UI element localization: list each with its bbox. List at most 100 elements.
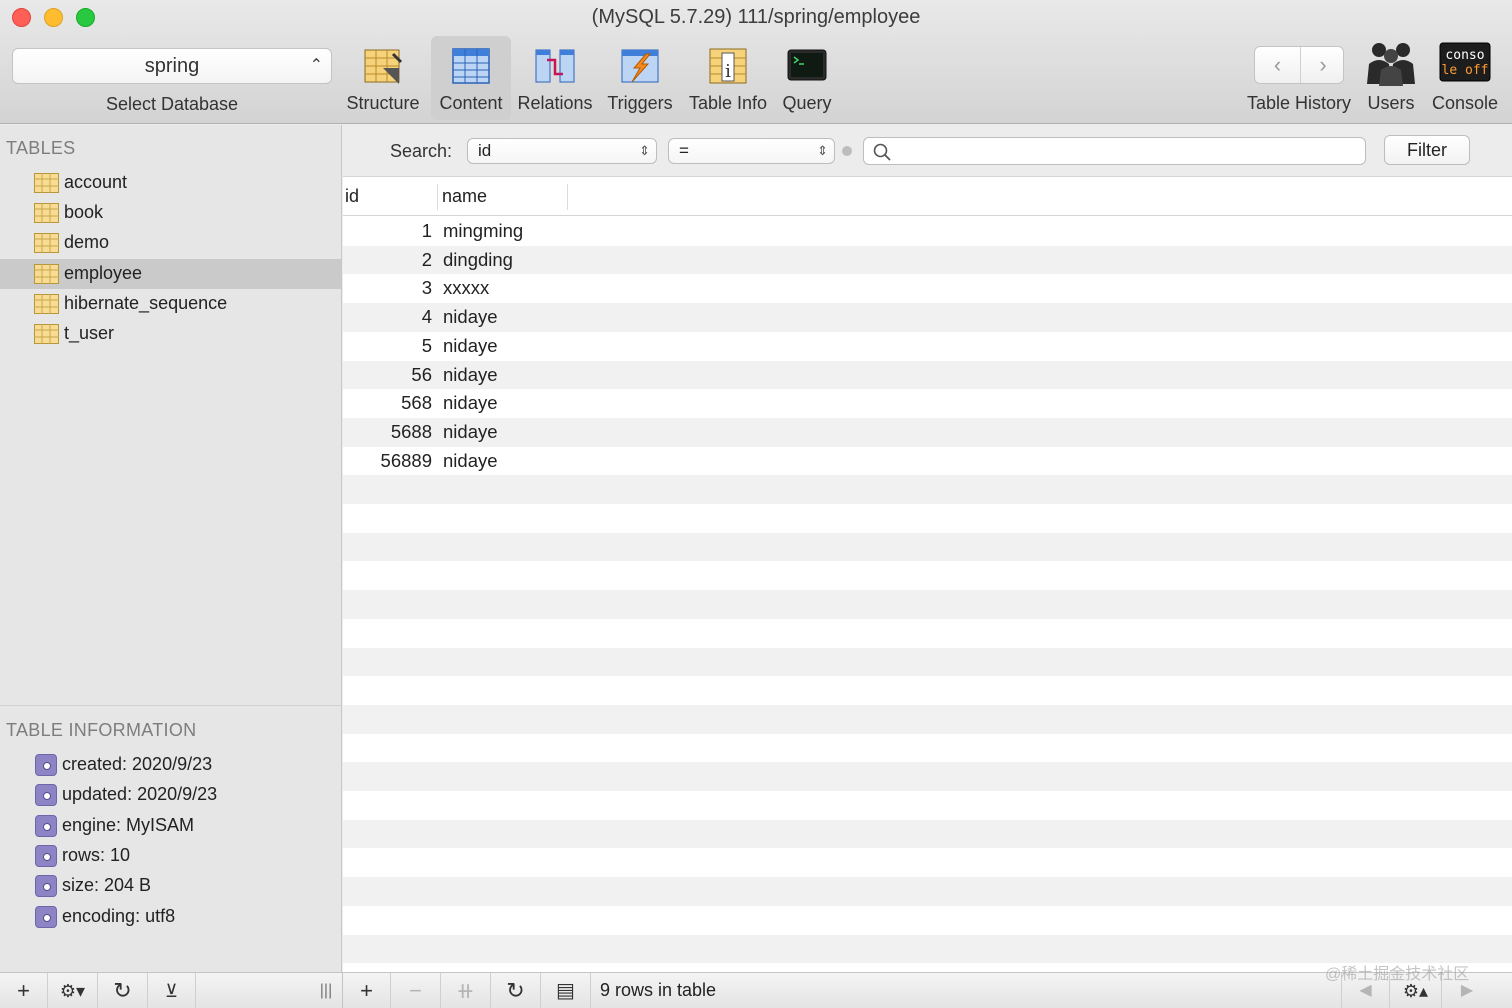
cell-name[interactable]: xxxxx xyxy=(443,277,489,299)
toolbar-triggers-label: Triggers xyxy=(607,93,673,113)
cell-id[interactable]: 56889 xyxy=(381,450,432,472)
search-input[interactable] xyxy=(863,137,1366,165)
empty-row xyxy=(343,532,1512,562)
empty-row xyxy=(343,676,1512,705)
info-updated: updated: 2020/9/23 xyxy=(0,780,341,810)
sidebar-item-hibernate-sequence[interactable]: hibernate_sequence xyxy=(0,289,341,319)
add-row-button[interactable]: + xyxy=(343,973,391,1008)
minus-icon: − xyxy=(409,978,422,1003)
column-resize-handle[interactable] xyxy=(567,184,568,210)
cell-id[interactable]: 2 xyxy=(422,249,432,271)
search-field-select[interactable]: id ⇕ xyxy=(467,138,657,164)
table-row[interactable]: 1 mingming xyxy=(343,217,1512,246)
collapse-panel-icon: ⊻ xyxy=(164,981,179,1001)
column-header-id[interactable]: id xyxy=(345,186,359,207)
toolbar-console-button[interactable]: conso le off Console xyxy=(1428,36,1502,120)
search-operator-value: = xyxy=(679,141,689,160)
info-text: updated: 2020/9/23 xyxy=(62,784,218,804)
cell-name[interactable]: nidaye xyxy=(443,364,498,386)
table-row[interactable]: 3 xxxxx xyxy=(343,274,1512,303)
sidebar-item-t-user[interactable]: t_user xyxy=(0,319,341,349)
cell-id[interactable]: 3 xyxy=(422,277,432,299)
cell-name[interactable]: mingming xyxy=(443,220,523,242)
toolbar-relations-button[interactable]: Relations xyxy=(514,36,596,120)
duplicate-row-button[interactable]: ⧺ xyxy=(441,973,491,1008)
info-encoding: encoding: utf8 xyxy=(0,902,341,932)
table-info-icon: i xyxy=(709,48,747,84)
console-icon-text-1: conso xyxy=(1445,48,1484,63)
toolbar-triggers-button[interactable]: Triggers xyxy=(600,36,680,120)
info-engine: engine: MyISAM xyxy=(0,811,341,841)
cell-name[interactable]: nidaye xyxy=(443,335,498,357)
cell-name[interactable]: nidaye xyxy=(443,306,498,328)
sidebar-resize-handle[interactable]: ||| xyxy=(310,973,343,1008)
table-row[interactable]: 5688 nidaye xyxy=(343,417,1512,447)
cell-name[interactable]: dingding xyxy=(443,249,513,271)
empty-row xyxy=(343,619,1512,648)
sidebar-divider[interactable] xyxy=(0,705,341,706)
sidebar-item-account[interactable]: account xyxy=(0,168,341,198)
toolbar-content-label: Content xyxy=(439,93,503,113)
relations-icon xyxy=(535,49,575,83)
table-row[interactable]: 2 dingding xyxy=(343,245,1512,275)
cell-id[interactable]: 568 xyxy=(401,392,432,414)
empty-row xyxy=(343,762,1512,791)
triangle-left-icon: ◀ xyxy=(1359,982,1372,999)
refresh-content-button[interactable]: ↻ xyxy=(491,973,541,1008)
cell-id[interactable]: 4 xyxy=(422,306,432,328)
toolbar-table-history-label: Table History xyxy=(1246,93,1352,113)
table-name: t_user xyxy=(64,323,115,343)
cell-name[interactable]: nidaye xyxy=(443,450,498,472)
table-row[interactable]: 5 nidaye xyxy=(343,332,1512,361)
search-operator-select[interactable]: = ⇕ xyxy=(668,138,835,164)
table-row[interactable]: 568 nidaye xyxy=(343,389,1512,418)
toolbar-content-button[interactable]: Content xyxy=(431,36,511,120)
table-row[interactable]: 56889 nidaye xyxy=(343,447,1512,476)
table-row[interactable]: 56 nidaye xyxy=(343,360,1512,390)
toolbar-users-button[interactable]: Users xyxy=(1362,36,1420,120)
toolbar-query-label: Query xyxy=(782,93,832,113)
toolbar-console-label: Console xyxy=(1431,93,1499,113)
add-table-button[interactable]: + xyxy=(0,973,48,1008)
column-resize-handle[interactable] xyxy=(437,184,438,210)
toolbar-query-button[interactable]: Query xyxy=(776,36,838,120)
bottom-bar: + ⚙▾ ↻ ⊻ ||| + − ⧺ ↻ ▤ 9 rows in table ◀… xyxy=(0,972,1512,1008)
refresh-tables-button[interactable]: ↻ xyxy=(98,973,148,1008)
database-select[interactable]: spring ⌃ xyxy=(12,48,332,84)
sidebar-item-employee[interactable]: employee xyxy=(0,259,341,289)
table-name: employee xyxy=(64,263,143,283)
table-name: book xyxy=(64,202,104,222)
cell-id[interactable]: 1 xyxy=(422,220,432,242)
empty-row xyxy=(343,819,1512,849)
toolbar-table-info-button[interactable]: i Table Info xyxy=(684,36,772,120)
table-row[interactable]: 4 nidaye xyxy=(343,303,1512,332)
table-name: account xyxy=(64,172,128,192)
cell-name[interactable]: nidaye xyxy=(443,421,498,443)
chevron-updown-icon: ⇕ xyxy=(639,143,650,158)
filter-button[interactable]: Filter xyxy=(1384,135,1470,165)
gear-icon: ⚙▾ xyxy=(59,981,86,1001)
pagination-button[interactable]: ▤ xyxy=(541,973,591,1008)
table-icon xyxy=(34,173,59,193)
sidebar-item-book[interactable]: book xyxy=(0,198,341,228)
cell-name[interactable]: nidaye xyxy=(443,392,498,414)
empty-row xyxy=(343,934,1512,964)
refresh-icon: ↻ xyxy=(506,978,525,1003)
column-header-name[interactable]: name xyxy=(442,186,487,207)
cell-id[interactable]: 56 xyxy=(411,364,432,386)
empty-row xyxy=(343,734,1512,763)
database-select-value: spring xyxy=(144,55,200,77)
info-size: size: 204 B xyxy=(0,871,341,901)
empty-row xyxy=(343,848,1512,877)
toolbar-structure-button[interactable]: Structure xyxy=(343,36,423,120)
empty-row xyxy=(343,647,1512,677)
sidebar-item-demo[interactable]: demo xyxy=(0,228,341,258)
table-actions-button[interactable]: ⚙▾ xyxy=(48,973,98,1008)
delete-row-button[interactable]: − xyxy=(391,973,441,1008)
svg-text:i: i xyxy=(725,61,731,82)
toggle-table-info-button[interactable]: ⊻ xyxy=(148,973,196,1008)
empty-row xyxy=(343,561,1512,590)
cell-id[interactable]: 5 xyxy=(422,335,432,357)
empty-row xyxy=(343,704,1512,734)
cell-id[interactable]: 5688 xyxy=(391,421,432,443)
